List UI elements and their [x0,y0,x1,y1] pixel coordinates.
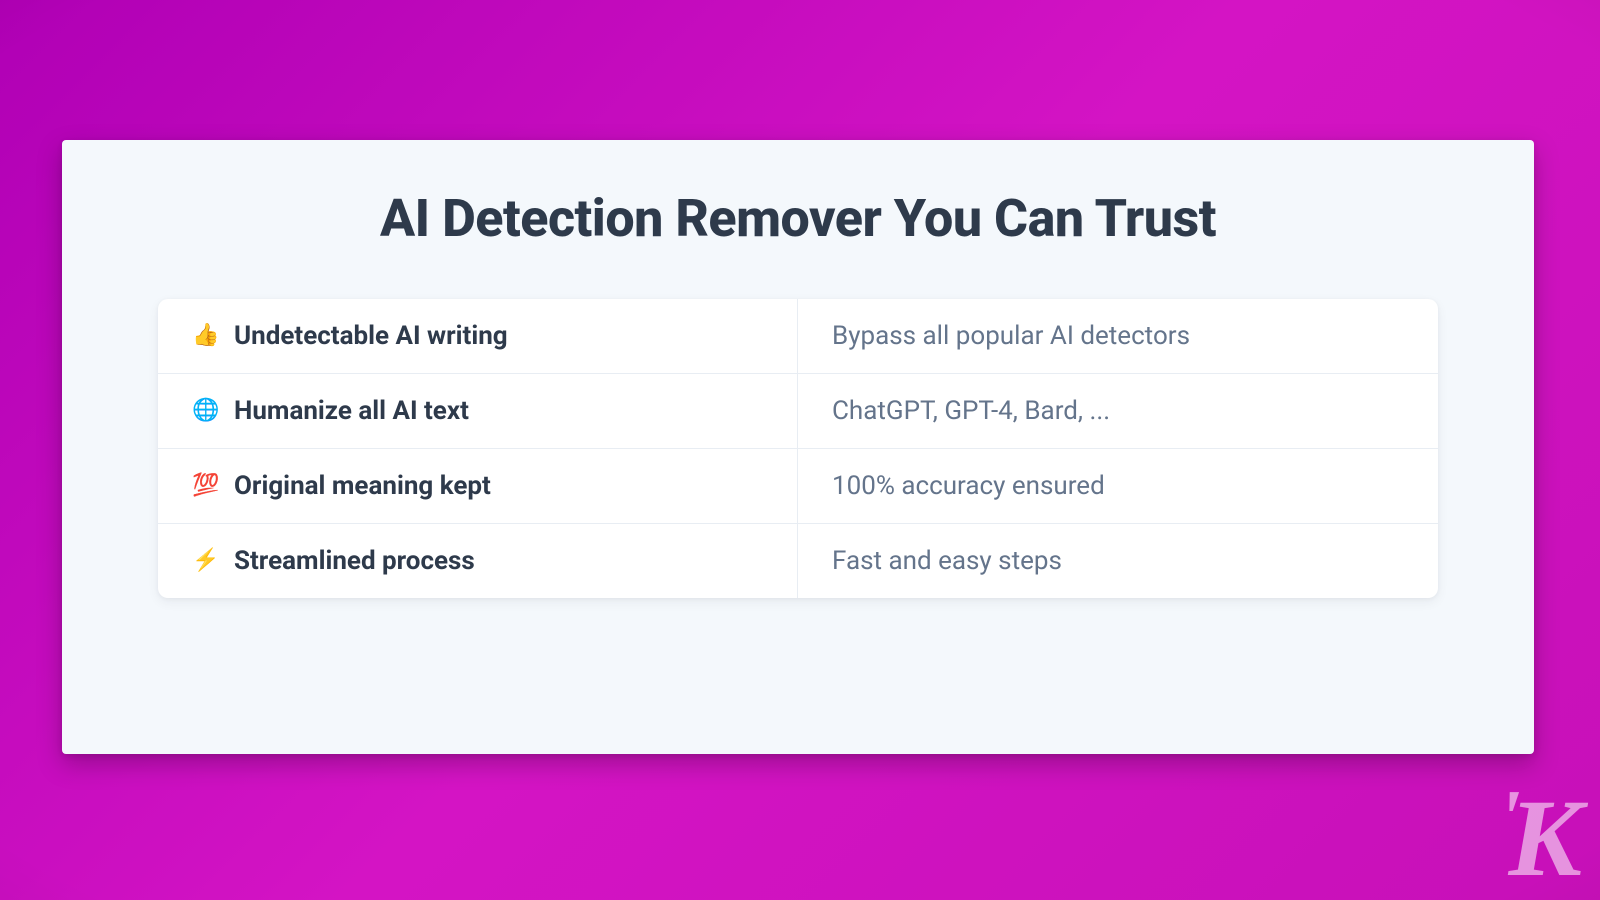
page-title: AI Detection Remover You Can Trust [380,188,1216,249]
table-row: 👍 Undetectable AI writing Bypass all pop… [158,299,1438,374]
feature-cell-right: Bypass all popular AI detectors [798,299,1438,373]
feature-cell-right: Fast and easy steps [798,524,1438,598]
feature-cell-left: 💯 Original meaning kept [158,449,798,523]
feature-card: AI Detection Remover You Can Trust 👍 Und… [62,140,1534,754]
table-row: ⚡ Streamlined process Fast and easy step… [158,524,1438,598]
feature-desc: Bypass all popular AI detectors [832,321,1190,351]
feature-desc: ChatGPT, GPT-4, Bard, ... [832,396,1110,426]
feature-cell-left: 🌐 Humanize all AI text [158,374,798,448]
hundred-icon: 💯 [192,472,220,500]
feature-label: Humanize all AI text [234,396,469,426]
feature-table: 👍 Undetectable AI writing Bypass all pop… [158,299,1438,598]
thumbs-up-icon: 👍 [192,322,220,350]
table-row: 💯 Original meaning kept 100% accuracy en… [158,449,1438,524]
feature-label: Original meaning kept [234,471,491,501]
feature-desc: Fast and easy steps [832,546,1062,576]
feature-desc: 100% accuracy ensured [832,471,1105,501]
table-row: 🌐 Humanize all AI text ChatGPT, GPT-4, B… [158,374,1438,449]
lightning-icon: ⚡ [192,547,220,575]
feature-cell-right: ChatGPT, GPT-4, Bard, ... [798,374,1438,448]
feature-label: Streamlined process [234,546,475,576]
feature-cell-left: 👍 Undetectable AI writing [158,299,798,373]
feature-cell-right: 100% accuracy ensured [798,449,1438,523]
feature-cell-left: ⚡ Streamlined process [158,524,798,598]
watermark-logo: 'K [1498,787,1578,882]
globe-icon: 🌐 [192,397,220,425]
feature-label: Undetectable AI writing [234,321,508,351]
